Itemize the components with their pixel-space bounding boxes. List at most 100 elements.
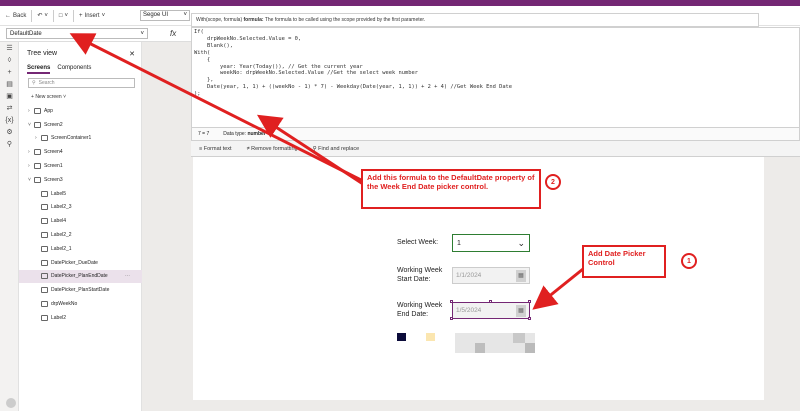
tree-item-label: Screen3 [44,176,63,183]
format-text-button[interactable]: ≡ Format text [199,146,232,152]
control-icon [41,301,48,308]
resize-handle[interactable] [528,300,531,303]
tree-view-tabs: Screens Components [27,65,91,74]
callout-date-picker: Add Date Picker Control [582,245,666,278]
code-line: weekNo: drpWeekNo.Selected.Value //Get t… [194,70,418,77]
undo-button[interactable]: ↶ ˅ [32,6,53,25]
control-icon [41,314,48,321]
close-icon[interactable]: ✕ [129,50,135,58]
chevron-down-icon: ˅ [64,12,69,19]
chevron-down-icon: ˅ [63,94,67,100]
more-options-icon[interactable]: ⋯ [125,273,130,279]
code-line: { [194,56,211,63]
blurred-content [513,333,525,343]
formula-result: 7 = 7 [198,131,210,137]
tree-item[interactable]: › ScreenContainer1 [19,132,142,146]
code-line: Blank(), [194,42,233,49]
calendar-icon[interactable]: ▦ [516,269,526,282]
tree-item-label: Label2_3 [51,204,72,211]
start-date-picker[interactable]: 1/1/2024 ▦ [452,267,530,284]
avatar[interactable] [6,398,16,408]
paste-button[interactable]: □ ˅ [54,6,73,25]
tree-item[interactable]: › App [19,104,142,118]
tree-item[interactable]: Label5 [19,187,142,201]
tree-item[interactable]: DatePicker_PlanStartDate [19,283,142,297]
control-icon [34,163,41,170]
tree-item-label: DatePicker_PlanEndDate [51,273,108,280]
resize-handle[interactable] [450,300,453,303]
variables-icon[interactable]: {x} [0,114,19,126]
tree-item-label: Label4 [51,218,67,225]
formula-status-row: 7 = 7 Data type: number [191,128,800,141]
tab-screens[interactable]: Screens [27,65,51,74]
undo-icon: ↶ [37,13,43,19]
tree-view-list: › App ˅ Screen2 › ScreenContainer1 › Screen4 › Sc… [19,104,142,325]
flow-icon[interactable]: ⇄ [0,102,19,114]
resize-handle[interactable] [489,300,492,303]
step-number-badge: 2 [545,174,561,190]
search-icon: ⚲ [32,80,36,86]
code-line: year: Year(Today()), // Get the current … [194,63,363,70]
search-icon[interactable]: ⚲ [0,138,19,150]
tree-item-label: Label2_2 [51,232,72,239]
property-select[interactable]: DefaultDate ˅ [6,28,148,39]
tree-item[interactable]: drpWeekNo [19,297,142,311]
layers-icon[interactable]: ◊ [0,54,19,66]
control-icon [41,135,48,142]
tree-item[interactable]: Label2 [19,311,142,325]
plus-icon: + [31,94,34,100]
resize-handle[interactable] [450,317,453,320]
hamburger-icon[interactable]: ☰ [0,42,19,54]
tree-item[interactable]: DatePicker_PlanEndDate ⋯ [19,269,142,284]
control-icon [41,287,48,294]
tree-item-label: Screen1 [44,163,63,170]
control-icon [34,121,41,128]
tree-item[interactable]: Label2_1 [19,242,142,256]
control-icon [41,218,48,225]
blurred-content [475,343,485,353]
tools-icon[interactable]: ⚙ [0,126,19,138]
tree-item[interactable]: Label4 [19,214,142,228]
week-dropdown[interactable]: 1 ⌄ [452,234,530,252]
tree-item-label: drpWeekNo [51,301,78,308]
tree-item[interactable]: › Screen1 [19,159,142,173]
left-rail: ☰ ◊ + ▤ ▣ ⇄ {x} ⚙ ⚲ [0,42,19,411]
tree-item-label: Label5 [51,190,67,197]
code-line: ); [194,91,201,98]
remove-formatting-button[interactable]: ≠ Remove formatting [247,146,298,152]
formula-signature-tooltip: With(scope, formula) formula: The formul… [191,13,759,27]
tree-item[interactable]: DatePicker_DueDate [19,256,142,270]
tab-components[interactable]: Components [57,65,91,74]
control-icon [41,232,48,239]
tree-item[interactable]: ˅ Screen2 [19,118,142,132]
font-family-select[interactable]: Segoe UI ˅ [140,10,190,21]
step-number-badge: 1 [681,253,697,269]
media-icon[interactable]: ▣ [0,90,19,102]
fx-icon: fx [170,29,177,38]
chevron-down-icon: ˅ [183,12,187,18]
start-date-label: Working Week Start Date: [397,267,443,283]
code-line: }, [194,77,214,84]
tree-item[interactable]: Label2_3 [19,201,142,215]
end-date-label: Working Week End Date: [397,302,443,318]
insert-icon[interactable]: + [0,66,19,78]
code-line: With( [194,49,211,56]
tree-item[interactable]: ˅ Screen3 [19,173,142,187]
remove-format-icon: ≠ [246,145,250,152]
data-icon[interactable]: ▤ [0,78,19,90]
back-button[interactable]: ← Back [0,6,31,25]
resize-handle[interactable] [528,317,531,320]
end-date-picker[interactable]: 1/5/2024 ▦ [452,302,530,319]
tree-item-label: ScreenContainer1 [51,135,92,142]
tree-item[interactable]: › Screen4 [19,145,142,159]
insert-button[interactable]: + Insert ˅ [74,6,110,25]
tree-item[interactable]: Label2_2 [19,228,142,242]
search-input[interactable]: ⚲ Search [28,78,135,88]
control-icon [41,204,48,211]
new-screen-button[interactable]: + New screen ˅ [31,94,66,100]
calendar-icon[interactable]: ▦ [516,304,526,317]
code-line: Date(year, 1, 1) + ((weekNo - 1) * 7) - … [194,84,513,91]
tree-item-label: DatePicker_PlanStartDate [51,287,110,294]
find-replace-button[interactable]: ⚲ Find and replace [313,146,360,152]
formula-editor[interactable]: If( drpWeekNo.Selected.Value = 0, Blank(… [191,27,800,128]
